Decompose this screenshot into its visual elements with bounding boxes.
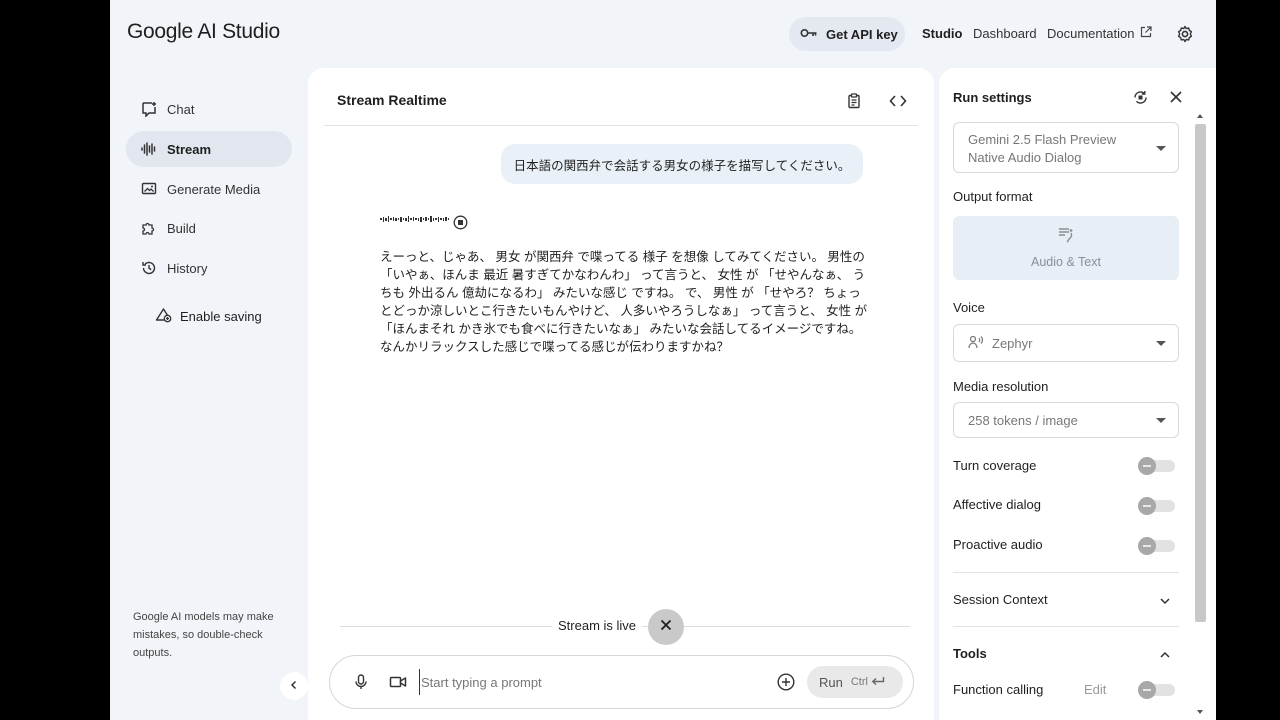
header-divider: [324, 125, 918, 126]
toggle-knob: [1138, 537, 1156, 555]
model-select-value: Gemini 2.5 Flash Preview Native Audio Di…: [968, 132, 1117, 165]
run-shortcut-ctrl: Ctrl: [850, 676, 868, 688]
stop-playback-icon[interactable]: [453, 215, 468, 230]
media-resolution-value: 258 tokens / image: [968, 412, 1078, 428]
affective-dialog-toggle[interactable]: [1138, 497, 1175, 515]
chevron-left-icon: [289, 677, 299, 695]
stream-panel: Stream Realtime 日本語の関西弁で会話する男女の様子を描写してくだ…: [308, 68, 934, 720]
add-circle-icon[interactable]: [777, 673, 795, 691]
sidebar-item-label: Build: [167, 220, 196, 236]
session-context-header[interactable]: Session Context: [953, 592, 1048, 607]
function-calling-toggle[interactable]: [1138, 681, 1175, 699]
sidebar-item-chat[interactable]: Chat: [126, 91, 292, 127]
run-shortcut: Ctrl: [851, 676, 885, 689]
scrollbar-thumb[interactable]: [1195, 124, 1206, 622]
tools-header[interactable]: Tools: [953, 646, 987, 661]
page-title: Stream Realtime: [337, 92, 447, 108]
logo-google: Google: [127, 20, 193, 43]
waveform-icon: [141, 141, 157, 157]
enable-saving-button[interactable]: Enable saving: [155, 307, 262, 326]
close-icon: [660, 618, 672, 636]
puzzle-icon: [141, 220, 157, 236]
clipboard-icon[interactable]: [843, 90, 865, 112]
sidebar-item-build[interactable]: Build: [126, 210, 292, 246]
section-divider: [953, 626, 1179, 627]
function-calling-edit[interactable]: Edit: [1084, 682, 1106, 697]
logo-ai-studio: AI Studio: [197, 20, 280, 43]
chevron-down-icon[interactable]: [1159, 594, 1171, 606]
output-format-value: Audio & Text: [1031, 255, 1101, 269]
video-camera-icon[interactable]: [389, 673, 407, 691]
sidebar-item-label: Chat: [167, 101, 195, 117]
nav-dashboard[interactable]: Dashboard: [973, 26, 1037, 41]
voice-label: Voice: [953, 300, 985, 315]
app-window: Google AI Studio Get API key Studio Dash…: [110, 0, 1216, 720]
history-icon: [141, 260, 157, 276]
external-link-icon: [1140, 26, 1153, 41]
sidebar-item-label: Generate Media: [167, 181, 261, 197]
enable-saving-label: Enable saving: [180, 309, 262, 324]
cloud-save-icon: [155, 307, 172, 326]
chat-icon: [141, 101, 157, 118]
prompt-bar: Run Ctrl: [329, 655, 914, 709]
toggle-knob: [1138, 681, 1156, 699]
sidebar-item-stream[interactable]: Stream: [126, 131, 292, 167]
voice-select[interactable]: Zephyr: [953, 324, 1179, 362]
chevron-down-icon: [1156, 418, 1166, 423]
stream-live-status: Stream is live: [552, 618, 643, 633]
toggle-knob: [1138, 457, 1156, 475]
model-reply: えーっと、じゃあ、 男女 が関西弁 で喋ってる 様子 を想像 してみてください。…: [380, 250, 868, 354]
section-divider: [953, 572, 1179, 573]
proactive-audio-label: Proactive audio: [953, 537, 1043, 552]
run-label: Run: [819, 674, 843, 690]
voice-icon: [968, 334, 984, 353]
sidebar-item-label: Stream: [167, 141, 212, 157]
media-resolution-select[interactable]: 258 tokens / image: [953, 402, 1179, 438]
close-settings-icon[interactable]: [1167, 88, 1185, 106]
microphone-icon[interactable]: [352, 673, 370, 691]
proactive-audio-toggle[interactable]: [1138, 537, 1175, 555]
user-message: 日本語の関西弁で会話する男女の様子を描写してください。: [501, 144, 863, 184]
run-settings-title: Run settings: [953, 90, 1032, 105]
voice-select-value: Zephyr: [992, 335, 1033, 351]
sidebar-item-history[interactable]: History: [126, 250, 292, 286]
media-resolution-label: Media resolution: [953, 379, 1049, 394]
sidebar-item-generate-media[interactable]: Generate Media: [126, 171, 292, 207]
enter-key-icon: [871, 676, 885, 689]
key-icon: [800, 27, 818, 42]
output-format-label: Output format: [953, 189, 1033, 204]
chevron-down-icon: [1156, 341, 1166, 346]
code-icon[interactable]: [887, 90, 909, 112]
toggle-knob: [1138, 497, 1156, 515]
nav-documentation[interactable]: Documentation: [1047, 26, 1153, 41]
collapse-sidebar-button[interactable]: [280, 672, 308, 700]
reset-settings-icon[interactable]: [1131, 88, 1149, 106]
turn-coverage-label: Turn coverage: [953, 458, 1037, 473]
audio-text-icon: [1057, 227, 1075, 247]
app-logo[interactable]: Google AI Studio: [127, 20, 280, 44]
end-stream-button[interactable]: [648, 609, 684, 645]
run-settings-panel: Run settings Gemini 2.5 Flash Preview Na…: [939, 68, 1216, 720]
audio-waveform: [380, 216, 449, 222]
run-button[interactable]: Run Ctrl: [807, 666, 903, 698]
output-format-option[interactable]: Audio & Text: [953, 216, 1179, 280]
ai-disclaimer: Google AI models may make mistakes, so d…: [133, 611, 274, 659]
affective-dialog-label: Affective dialog: [953, 497, 1041, 512]
turn-coverage-toggle[interactable]: [1138, 457, 1175, 475]
nav-documentation-label: Documentation: [1047, 26, 1135, 41]
prompt-input[interactable]: [419, 669, 759, 695]
chevron-up-icon[interactable]: [1159, 648, 1171, 660]
get-api-key-label: Get API key: [826, 26, 898, 42]
get-api-key-button[interactable]: Get API key: [789, 17, 905, 51]
sidebar-item-label: History: [167, 260, 208, 276]
function-calling-label: Function calling: [953, 682, 1044, 697]
nav-studio[interactable]: Studio: [922, 26, 962, 41]
model-select[interactable]: Gemini 2.5 Flash Preview Native Audio Di…: [953, 122, 1179, 173]
chevron-down-icon: [1156, 145, 1166, 151]
media-icon: [141, 181, 157, 197]
settings-gear-icon[interactable]: [1176, 25, 1194, 43]
